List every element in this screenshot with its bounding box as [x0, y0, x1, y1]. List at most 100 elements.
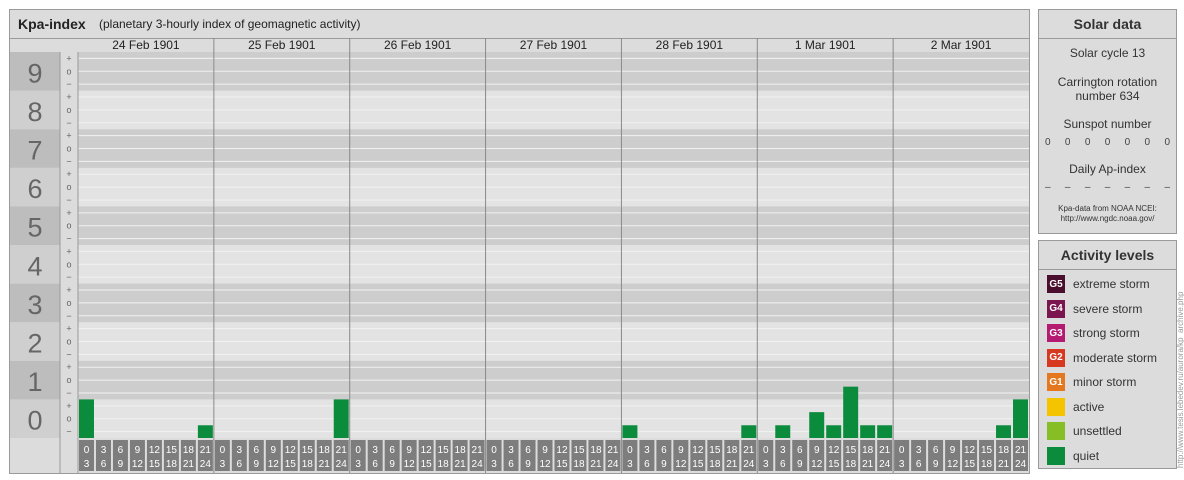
interval-start-label: 0 [491, 445, 497, 456]
kpa-chart: 0 + o − 1 + o − 2 + o − 3 + o − 4 + o − 5 + o − 6 + o − 7 + o − 8 + o − 9 + o −… [10, 38, 1029, 473]
level-label: unsettled [1073, 424, 1122, 438]
ap-value: – [1104, 182, 1111, 193]
interval-start-label: 0 [899, 445, 905, 456]
interval-end-label: 9 [389, 459, 395, 470]
sunspot-value: 0 [1045, 137, 1051, 148]
interval-end-label: 21 [862, 459, 874, 470]
sub-tick-label: − [66, 79, 71, 89]
watermark-url: http://www.tesis.lebedev.ru/aurora/kp_ar… [1176, 291, 1184, 468]
interval-start-label: 3 [644, 445, 650, 456]
interval-start-label: 15 [166, 445, 178, 456]
level-label: quiet [1073, 448, 1100, 463]
level-label: active [1073, 399, 1105, 414]
interval-start-label: 9 [406, 445, 412, 456]
interval-end-label: 3 [627, 459, 633, 470]
interval-end-label: 24 [1015, 459, 1027, 470]
interval-end-label: 9 [797, 459, 803, 470]
ap-value: – [1164, 182, 1170, 193]
kp-bar [809, 412, 825, 438]
kp-bar [1013, 399, 1028, 438]
kp-bar [741, 425, 757, 438]
kpa-index-panel: Kpa-index (planetary 3-hourly index of g… [9, 9, 1030, 474]
y-tick-label: 3 [27, 290, 42, 320]
interval-start-label: 9 [135, 445, 141, 456]
sub-tick-label: o [66, 182, 71, 192]
interval-start-label: 9 [950, 445, 956, 456]
level-label: extreme storm [1073, 277, 1150, 291]
interval-start-label: 6 [525, 445, 531, 456]
interval-start-label: 15 [845, 445, 857, 456]
interval-start-label: 12 [285, 445, 297, 456]
y-tick-label: 1 [27, 367, 42, 397]
activity-level-item: G2 moderate storm [1047, 348, 1157, 367]
sub-tick-label: + [66, 401, 71, 411]
solar-title: Solar data [1073, 16, 1142, 32]
sub-tick-label: + [66, 131, 71, 141]
interval-start-label: 0 [355, 445, 361, 456]
interval-end-label: 3 [491, 459, 497, 470]
interval-start-label: 21 [200, 445, 212, 456]
interval-start-label: 18 [455, 445, 467, 456]
interval-start-label: 21 [1015, 445, 1027, 456]
carrington-line1: Carrington rotation [1057, 75, 1158, 89]
sub-tick-label: + [66, 208, 71, 218]
interval-start-label: 15 [438, 445, 450, 456]
activity-level-item: G1 minor storm [1047, 373, 1136, 391]
interval-start-label: 6 [254, 445, 260, 456]
kp-bar [877, 425, 893, 438]
sub-tick-label: o [66, 259, 71, 269]
interval-end-label: 3 [355, 459, 361, 470]
levels-title: Activity levels [1060, 247, 1155, 263]
day-label: 2 Mar 1901 [931, 38, 992, 52]
source-line1: Kpa-data from NOAA NCEI: [1058, 204, 1157, 213]
kp-bar [775, 425, 791, 438]
interval-start-label: 18 [590, 445, 602, 456]
interval-end-label: 12 [132, 459, 144, 470]
interval-start-label: 9 [814, 445, 820, 456]
ap-value: – [1064, 182, 1071, 193]
interval-end-label: 24 [200, 459, 212, 470]
sub-tick-label: + [66, 362, 71, 372]
interval-start-label: 21 [743, 445, 755, 456]
kp-bar [860, 425, 876, 438]
sunspot-values: 0 0 0 0 0 0 0 [1045, 137, 1170, 148]
interval-end-label: 15 [964, 459, 976, 470]
sub-tick-label: − [66, 388, 71, 398]
interval-end-label: 18 [573, 459, 585, 470]
interval-end-label: 6 [372, 459, 378, 470]
interval-end-label: 24 [336, 459, 348, 470]
interval-end-label: 18 [709, 459, 721, 470]
sub-tick-label: o [66, 375, 71, 385]
sunspot-value: 0 [1124, 137, 1131, 148]
interval-end-label: 21 [319, 459, 331, 470]
y-tick-label: 9 [27, 58, 42, 88]
interval-start-label: 3 [372, 445, 378, 456]
sub-tick-label: − [66, 272, 71, 282]
interval-start-label: 12 [692, 445, 704, 456]
interval-end-label: 9 [254, 459, 260, 470]
level-swatch [1047, 397, 1065, 416]
day-label: 28 Feb 1901 [656, 38, 724, 52]
kp-bar [622, 425, 638, 438]
interval-start-label: 18 [319, 445, 331, 456]
interval-start-label: 0 [627, 445, 633, 456]
interval-start-label: 9 [542, 445, 548, 456]
interval-start-label: 6 [389, 445, 395, 456]
y-tick-label: 6 [27, 174, 42, 204]
interval-end-label: 12 [268, 459, 280, 470]
sub-tick-label: + [66, 285, 71, 295]
y-tick-label: 5 [27, 213, 42, 243]
sub-tick-label: o [66, 414, 71, 424]
interval-end-label: 3 [220, 459, 226, 470]
interval-end-label: 6 [101, 459, 107, 470]
level-label: strong storm [1073, 326, 1140, 340]
day-label: 24 Feb 1901 [112, 38, 180, 52]
interval-start-label: 12 [828, 445, 840, 456]
ap-value: – [1045, 182, 1051, 193]
solar-header: Solar data [1039, 10, 1176, 39]
activity-level-item: unsettled [1047, 422, 1122, 440]
sub-tick-label: − [66, 195, 71, 205]
activity-level-item: G4 severe storm [1047, 299, 1142, 318]
interval-start-label: 0 [763, 445, 769, 456]
kp-bar [79, 399, 94, 438]
